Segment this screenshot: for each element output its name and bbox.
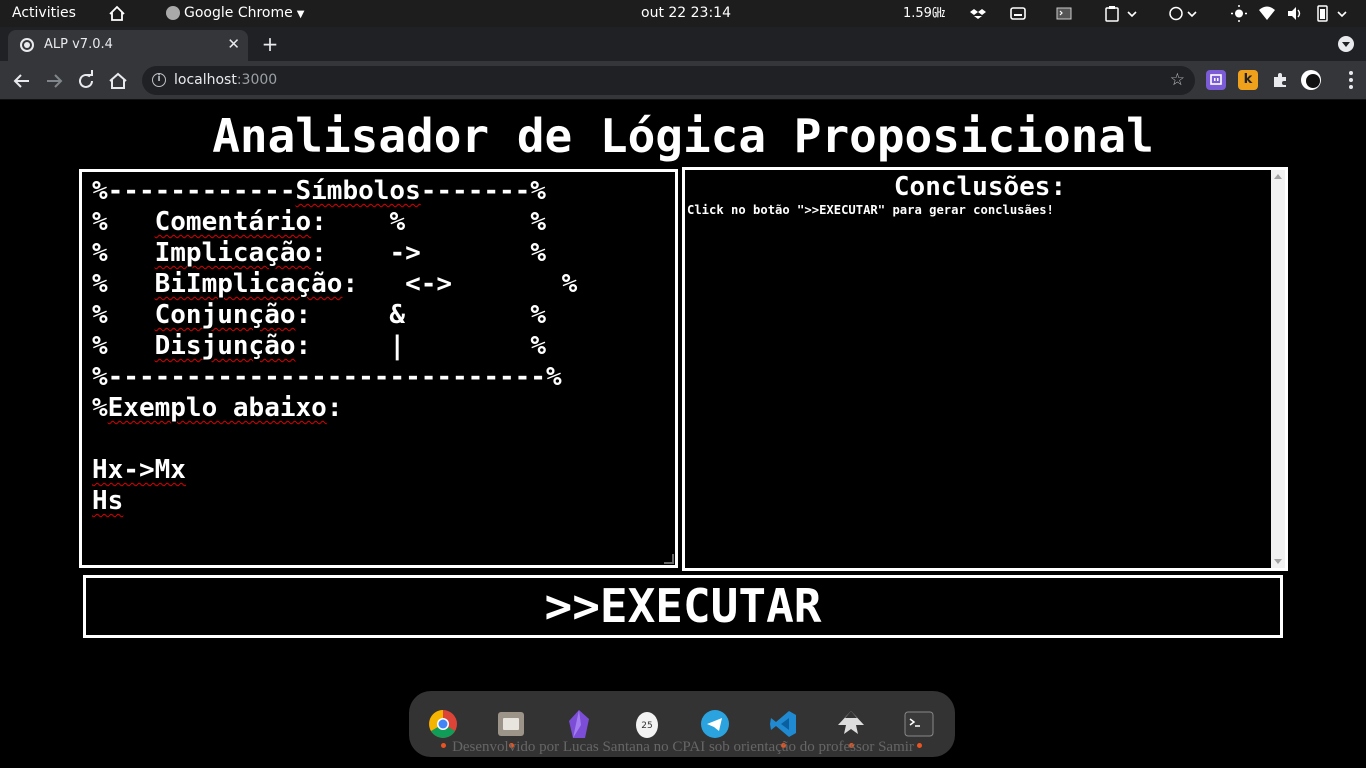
wifi-icon[interactable] [1258,0,1276,27]
chevron-down-icon: ▼ [296,9,305,20]
browser-toolbar: i localhost:3000 ☆ k [0,61,1366,100]
obsidian-icon[interactable] [564,709,594,739]
editor-line-word: Símbolos [295,176,421,206]
tab-search-icon[interactable] [1338,36,1354,52]
footer-credit: Desenvolvido por Lucas Santana no CPAI s… [452,739,914,755]
close-tab-icon[interactable]: ✕ [227,35,240,53]
clock-app-label: 25 [641,721,652,731]
scroll-down-icon[interactable] [1274,559,1282,564]
brightness-icon[interactable] [1230,0,1248,27]
editor-line-word: Hs [92,486,124,516]
url-port: :3000 [236,72,278,88]
dropbox-icon[interactable] [970,0,986,27]
tab-title: ALP v7.0.4 [44,37,113,52]
clock-icon[interactable]: 25 [632,709,662,739]
inkscape-icon[interactable] [836,709,866,748]
editor-line-post: : | % [295,331,546,361]
editor-line-pre: % [92,207,155,237]
forward-icon[interactable] [41,68,67,94]
extensions-puzzle-icon[interactable] [1270,70,1290,90]
editor-line: Hs [92,486,665,517]
volume-icon[interactable] [1286,0,1304,27]
editor-line-pre: % [92,300,155,330]
browser-tab[interactable]: ALP v7.0.4 ✕ [8,30,248,61]
home-button-icon[interactable] [105,68,131,94]
editor-line-word: Conjunção [154,300,296,330]
address-bar[interactable]: i localhost:3000 ☆ [142,66,1195,95]
editor-line-word: Implicação [154,238,312,268]
logic-input-textarea[interactable]: %------------Símbolos-------%% Comentári… [79,169,678,568]
site-info-icon[interactable]: i [152,73,166,87]
editor-line-pre: %----------------------------% [92,362,562,392]
files-icon[interactable] [496,709,526,748]
clipboard-icon[interactable] [1104,0,1138,27]
home-icon[interactable] [108,0,126,27]
editor-line-pre: % [92,393,108,423]
editor-line: %----------------------------% [92,362,665,393]
editor-line: % Implicação: -> % [92,238,665,269]
extension-k-icon[interactable]: k [1238,70,1258,90]
tab-strip: ALP v7.0.4 ✕ + [0,27,1366,61]
telegram-icon[interactable] [700,709,730,739]
bookmark-star-icon[interactable]: ☆ [1170,70,1185,90]
editor-line-post: : % % [311,207,546,237]
app-menu-label: Google Chrome [184,5,293,21]
execute-button[interactable]: >>EXECUTAR [83,575,1283,638]
editor-line-post: -------% [420,176,546,206]
terminal-icon[interactable] [904,709,934,748]
editor-line-post: : -> % [311,238,546,268]
editor-line-pre: % [92,331,155,361]
editor-line-word: BiImplicação [154,269,343,299]
terminal-tray-icon[interactable] [1056,0,1072,27]
status-circle-icon[interactable] [1168,0,1202,27]
scroll-up-icon[interactable] [1274,174,1282,179]
page-content: Analisador de Lógica Proposicional %----… [0,100,1366,768]
editor-line: % Disjunção: | % [92,331,665,362]
conclusions-scrollbar[interactable] [1271,170,1285,568]
conclusions-heading: Conclusões: [893,172,1067,202]
editor-line-post: : [326,393,343,423]
url-text[interactable]: localhost:3000 [174,72,277,88]
editor-line-post: : & % [295,300,546,330]
editor-line-word: Disjunção [154,331,296,361]
profile-avatar[interactable] [1301,70,1321,90]
editor-line-word: Comentário [154,207,312,237]
chrome-small-icon [166,6,180,20]
extension-twitch-icon[interactable] [1206,70,1226,90]
editor-line-pre: %------------ [92,176,296,206]
editor-line: % Comentário: % % [92,207,665,238]
editor-line-pre: % [92,269,155,299]
back-icon[interactable] [9,68,35,94]
page-title: Analisador de Lógica Proposicional [212,109,1154,163]
new-tab-button[interactable]: + [258,30,282,58]
battery-icon[interactable] [1314,0,1354,27]
editor-line-word: Hx->Mx [92,455,186,485]
editor-line-word: Exemplo abaixo [107,393,327,423]
resize-grip-icon[interactable] [664,554,674,564]
browser-menu-icon[interactable] [1348,69,1354,91]
reload-icon[interactable] [73,68,99,94]
clock[interactable]: out 22 23:14 [641,0,731,27]
conclusions-message: Click no botão ">>EXECUTAR" para gerar c… [687,203,1054,217]
activities-button[interactable]: Activities [12,0,76,27]
vscode-icon[interactable] [768,709,798,748]
editor-line: Hx->Mx [92,455,665,486]
app-menu[interactable]: Google Chrome ▼ [166,0,304,27]
editor-line: %Exemplo abaixo: [92,393,665,424]
system-top-bar: Activities Google Chrome ▼ out 22 23:14 1… [0,0,1366,27]
editor-line: % BiImplicação: <-> % [92,269,665,300]
drive-icon[interactable] [1010,0,1026,27]
editor-line: % Conjunção: & % [92,300,665,331]
cpu-frequency[interactable]: 1.59㎓ [903,0,945,27]
conclusions-panel[interactable]: Conclusões: Click no botão ">>EXECUTAR" … [682,167,1288,571]
tab-favicon-icon [20,38,34,52]
chrome-icon[interactable] [428,709,458,748]
editor-line-pre: % [92,238,155,268]
editor-line: %------------Símbolos-------% [92,176,665,207]
url-host: localhost [174,72,237,88]
editor-line-post: : <-> % [342,269,578,299]
